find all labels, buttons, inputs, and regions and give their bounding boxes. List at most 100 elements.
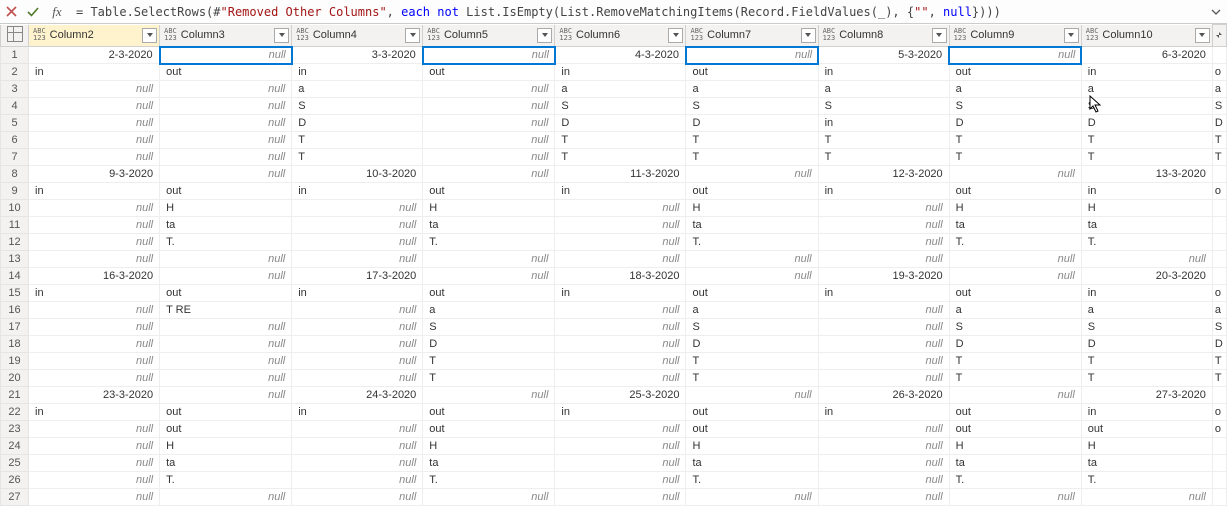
cell[interactable]: D — [555, 115, 686, 132]
column-header-column7[interactable]: ABC123Column7 — [686, 25, 818, 47]
cell[interactable]: null — [949, 251, 1081, 268]
cell[interactable]: 25-3-2020 — [555, 387, 686, 404]
cell[interactable]: null — [555, 438, 686, 455]
row-header[interactable]: 5 — [1, 115, 29, 132]
column-filter-dropdown[interactable] — [405, 28, 420, 43]
cell[interactable]: 5-3-2020 — [818, 47, 949, 64]
cell[interactable]: in — [1081, 404, 1212, 421]
cell[interactable]: T — [686, 132, 818, 149]
cell[interactable]: out — [1081, 421, 1212, 438]
cell[interactable]: in — [29, 64, 160, 81]
cell[interactable]: a — [1081, 81, 1212, 98]
cell[interactable]: 23-3-2020 — [29, 387, 160, 404]
select-all-corner[interactable] — [1, 25, 29, 47]
cell[interactable]: null — [29, 132, 160, 149]
row-header[interactable]: 25 — [1, 455, 29, 472]
cell[interactable]: out — [686, 421, 818, 438]
cell[interactable]: null — [423, 81, 555, 98]
cell[interactable]: a — [949, 302, 1081, 319]
cell[interactable]: 9-3-2020 — [29, 166, 160, 183]
cell[interactable]: null — [160, 251, 292, 268]
cell[interactable]: null — [160, 47, 292, 64]
cell[interactable]: null — [292, 251, 423, 268]
cell[interactable]: null — [160, 387, 292, 404]
cell[interactable]: out — [686, 404, 818, 421]
cell[interactable]: H — [423, 200, 555, 217]
cell[interactable]: ta — [686, 217, 818, 234]
cell[interactable]: T — [292, 149, 423, 166]
cell[interactable]: null — [949, 387, 1081, 404]
cell[interactable]: null — [818, 217, 949, 234]
cell[interactable]: null — [29, 98, 160, 115]
cell[interactable]: null — [686, 47, 818, 64]
cell[interactable]: H — [160, 438, 292, 455]
row-header[interactable]: 15 — [1, 285, 29, 302]
cell[interactable]: 10-3-2020 — [292, 166, 423, 183]
row-header[interactable]: 19 — [1, 353, 29, 370]
cell[interactable]: in — [29, 183, 160, 200]
cell[interactable]: null — [160, 319, 292, 336]
cell[interactable]: 26-3-2020 — [818, 387, 949, 404]
cell[interactable]: a — [686, 81, 818, 98]
cell[interactable]: ta — [949, 217, 1081, 234]
cell[interactable]: S — [818, 98, 949, 115]
cell[interactable]: null — [29, 489, 160, 506]
row-header[interactable]: 10 — [1, 200, 29, 217]
cell[interactable]: null — [29, 421, 160, 438]
cell[interactable]: null — [555, 234, 686, 251]
cell[interactable]: S — [292, 98, 423, 115]
formula-input[interactable]: = Table.SelectRows(#"Removed Other Colum… — [70, 5, 1205, 19]
cell[interactable]: null — [160, 132, 292, 149]
cell[interactable]: null — [29, 455, 160, 472]
cell[interactable]: in — [818, 115, 949, 132]
cell[interactable]: null — [423, 268, 555, 285]
cell[interactable]: D — [949, 336, 1081, 353]
cell[interactable]: null — [292, 438, 423, 455]
column-header-column3[interactable]: ABC123Column3 — [160, 25, 292, 47]
cell[interactable]: D — [686, 336, 818, 353]
cell[interactable]: 11-3-2020 — [555, 166, 686, 183]
cell[interactable]: a — [949, 81, 1081, 98]
cell[interactable]: null — [555, 455, 686, 472]
cell[interactable]: null — [292, 421, 423, 438]
cell[interactable]: null — [29, 336, 160, 353]
row-header[interactable]: 7 — [1, 149, 29, 166]
row-header[interactable]: 26 — [1, 472, 29, 489]
cell[interactable]: T — [949, 370, 1081, 387]
cell[interactable]: T — [292, 132, 423, 149]
cell[interactable]: null — [423, 489, 555, 506]
cell[interactable]: T — [949, 149, 1081, 166]
cell[interactable]: D — [292, 115, 423, 132]
cell[interactable]: T. — [686, 234, 818, 251]
column-header-column6[interactable]: ABC123Column6 — [555, 25, 686, 47]
cell[interactable]: null — [555, 336, 686, 353]
cell[interactable]: 6-3-2020 — [1081, 47, 1212, 64]
cell[interactable]: out — [423, 421, 555, 438]
cell[interactable]: T — [818, 149, 949, 166]
cell[interactable]: a — [1081, 302, 1212, 319]
row-header[interactable]: 21 — [1, 387, 29, 404]
row-header[interactable]: 13 — [1, 251, 29, 268]
column-header-column4[interactable]: ABC123Column4 — [292, 25, 423, 47]
cell[interactable]: in — [818, 285, 949, 302]
cell[interactable]: in — [818, 64, 949, 81]
cell[interactable]: T. — [686, 472, 818, 489]
column-filter-dropdown[interactable] — [1064, 28, 1079, 43]
cell[interactable]: T. — [1081, 234, 1212, 251]
cell[interactable]: in — [1081, 285, 1212, 302]
cell[interactable]: T — [818, 132, 949, 149]
cell[interactable]: H — [423, 438, 555, 455]
cell[interactable]: a — [423, 302, 555, 319]
cell[interactable]: T — [423, 370, 555, 387]
cell[interactable]: T — [949, 132, 1081, 149]
column-header-column5[interactable]: ABC123Column5 — [423, 25, 555, 47]
cell[interactable]: null — [818, 234, 949, 251]
cell[interactable]: out — [423, 64, 555, 81]
cell[interactable]: 19-3-2020 — [818, 268, 949, 285]
cell[interactable]: T — [555, 132, 686, 149]
cell[interactable]: 20-3-2020 — [1081, 268, 1212, 285]
cell[interactable]: S — [949, 319, 1081, 336]
cell[interactable]: null — [555, 217, 686, 234]
row-header[interactable]: 16 — [1, 302, 29, 319]
cell[interactable]: H — [949, 438, 1081, 455]
